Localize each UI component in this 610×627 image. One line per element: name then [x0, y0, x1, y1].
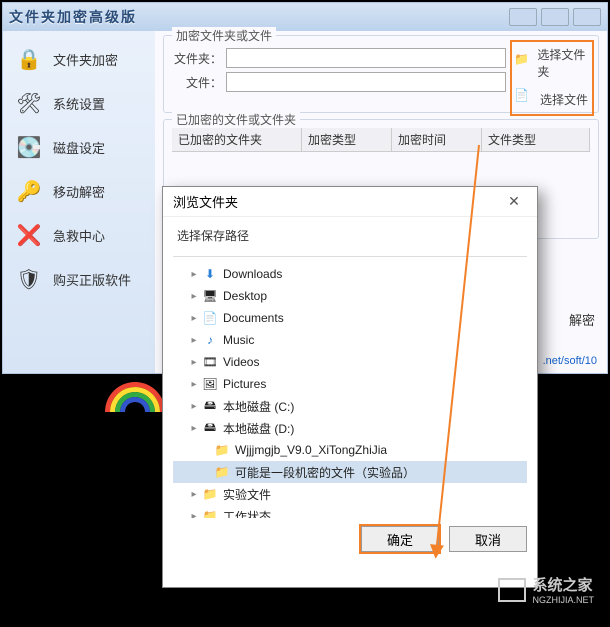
- sidebar-item-label: 磁盘设定: [53, 138, 105, 157]
- link-tail[interactable]: .net/soft/10: [543, 355, 597, 367]
- sidebar-item-label: 系统设置: [53, 94, 105, 113]
- browse-folder-dialog: 浏览文件夹 ✕ 选择保存路径 ▸Downloads ▸Desktop ▸Docu…: [162, 186, 538, 588]
- legend: 加密文件夹或文件: [172, 27, 276, 44]
- video-icon: [201, 355, 219, 369]
- watermark-domain: NGZHIJIA.NET: [532, 595, 594, 605]
- disk-icon: [13, 131, 45, 163]
- shield-icon: [13, 263, 45, 295]
- th-time[interactable]: 加密时间: [392, 128, 482, 151]
- maximize-button[interactable]: [541, 8, 569, 26]
- sidebar-item-buy[interactable]: 购买正版软件: [3, 257, 155, 301]
- title-bar: 文件夹加密高级版: [3, 3, 607, 31]
- sidebar-item-mobile[interactable]: 移动解密: [3, 169, 155, 213]
- th-type[interactable]: 加密类型: [302, 128, 392, 151]
- dialog-title-bar: 浏览文件夹 ✕: [163, 187, 537, 217]
- legend: 已加密的文件或文件夹: [172, 111, 300, 128]
- folder-input[interactable]: [226, 48, 506, 68]
- dialog-title: 浏览文件夹: [173, 192, 238, 211]
- tree-item[interactable]: ▸实验文件: [173, 483, 527, 505]
- close-button[interactable]: [573, 8, 601, 26]
- arrow-head-icon: [429, 544, 444, 559]
- tree-item[interactable]: ▸Pictures: [173, 373, 527, 395]
- tree-item[interactable]: ▸Videos: [173, 351, 527, 373]
- tree-item[interactable]: Wjjjmgjb_V9.0_XiTongZhiJia: [173, 439, 527, 461]
- rainbow-graphic: [105, 382, 165, 442]
- table-header: 已加密的文件夹 加密类型 加密时间 文件类型: [172, 128, 590, 152]
- sidebar-item-label: 购买正版软件: [53, 270, 131, 289]
- tree-item-selected[interactable]: 可能是一段机密的文件（实验品）: [173, 461, 527, 483]
- app-title: 文件夹加密高级版: [9, 7, 137, 27]
- dialog-button-row: 确定 取消: [163, 518, 537, 560]
- tree-item[interactable]: ▸Documents: [173, 307, 527, 329]
- choose-file-button[interactable]: 选择文件: [512, 84, 592, 114]
- tree-item[interactable]: ▸本地磁盘 (C:): [173, 395, 527, 417]
- file-label: 文件：: [172, 74, 226, 91]
- tree-item[interactable]: ▸工作状态: [173, 505, 527, 518]
- choose-buttons: 选择文件夹 选择文件: [510, 40, 594, 116]
- th-path[interactable]: 已加密的文件夹: [172, 128, 302, 151]
- decrypt-button[interactable]: 解密: [569, 310, 595, 329]
- tree-item[interactable]: ▸Desktop: [173, 285, 527, 307]
- file-icon: [514, 88, 536, 110]
- sidebar-item-rescue[interactable]: 急救中心: [3, 213, 155, 257]
- folder-label: 文件夹：: [172, 50, 226, 67]
- drive-icon: [201, 396, 219, 417]
- window-controls: [509, 8, 601, 26]
- watermark-brand: 系统之家: [532, 574, 594, 595]
- watermark: 系统之家 NGZHIJIA.NET: [498, 574, 594, 605]
- folder-icon: [514, 52, 533, 74]
- download-icon: [201, 267, 219, 281]
- minimize-button[interactable]: [509, 8, 537, 26]
- key-icon: [13, 175, 45, 207]
- document-icon: [201, 311, 219, 325]
- sidebar-item-label: 文件夹加密: [53, 50, 118, 69]
- tree-item[interactable]: ▸本地磁盘 (D:): [173, 417, 527, 439]
- ok-button[interactable]: 确定: [361, 526, 439, 552]
- tree-item[interactable]: ▸Downloads: [173, 263, 527, 285]
- folder-icon: [201, 487, 219, 501]
- tree-item[interactable]: ▸Music: [173, 329, 527, 351]
- drive-icon: [201, 418, 219, 439]
- folder-tree[interactable]: ▸Downloads ▸Desktop ▸Documents ▸Music ▸V…: [173, 256, 527, 518]
- file-input[interactable]: [226, 72, 506, 92]
- music-icon: [201, 333, 219, 347]
- sidebar-item-label: 急救中心: [53, 226, 105, 245]
- lock-icon: [13, 43, 45, 75]
- folder-icon: [213, 465, 231, 479]
- desktop-icon: [201, 289, 219, 303]
- cancel-button[interactable]: 取消: [449, 526, 527, 552]
- dialog-subtitle: 选择保存路径: [163, 217, 537, 248]
- aid-icon: [13, 219, 45, 251]
- picture-icon: [201, 377, 219, 391]
- sidebar-item-label: 移动解密: [53, 182, 105, 201]
- sidebar-item-disk[interactable]: 磁盘设定: [3, 125, 155, 169]
- encrypt-fieldset: 加密文件夹或文件 文件夹： 文件： 选择文件夹 选择文件: [163, 35, 599, 113]
- watermark-logo-icon: [498, 578, 526, 602]
- sidebar-item-encrypt[interactable]: 文件夹加密: [3, 37, 155, 81]
- sidebar: 文件夹加密 系统设置 磁盘设定 移动解密 急救中心 购买正版软件: [3, 31, 155, 373]
- dialog-close-button[interactable]: ✕: [497, 191, 531, 213]
- th-filetype[interactable]: 文件类型: [482, 128, 590, 151]
- sidebar-item-settings[interactable]: 系统设置: [3, 81, 155, 125]
- choose-folder-button[interactable]: 选择文件夹: [512, 42, 592, 84]
- folder-icon: [201, 509, 219, 518]
- gear-icon: [13, 87, 45, 119]
- folder-icon: [213, 443, 231, 457]
